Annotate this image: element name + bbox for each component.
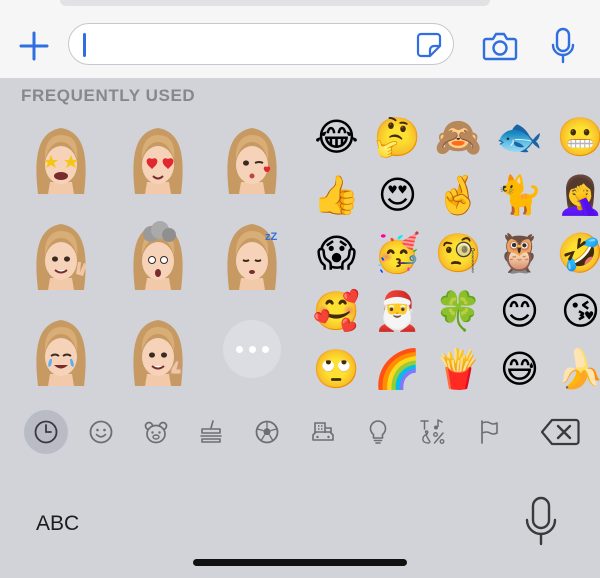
plus-icon [19,31,49,61]
more-dots-icon [235,345,243,353]
emoji-key[interactable]: 🦉 [489,224,550,282]
category-animals[interactable] [134,410,178,454]
dictation-button[interactable] [522,496,560,548]
emoji-key[interactable]: 🤔 [367,108,428,166]
category-activity[interactable] [245,410,289,454]
svg-text:zZ: zZ [265,231,278,243]
memoji-sleeping[interactable]: zZ [221,216,283,292]
activity-icon [255,420,279,444]
microphone-icon [525,496,557,546]
category-food[interactable] [189,410,233,454]
emoji-grid: 😂 🤔 🙈 🐟 😬 👍 😍 🤞 🐈 🤦‍♀️ 😱 🥳 🧐 🦉 🤣 🥰 🎅 🍀 😊 😘 🙄 🌈 🍟 😅 🍌 [306,108,600,398]
home-indicator [193,559,407,566]
message-input[interactable] [68,23,454,65]
animals-icon [144,421,168,444]
memoji-star-struck[interactable] [30,120,92,196]
emoji-key[interactable]: 😘 [550,282,600,340]
emoji-key[interactable]: 🤣 [550,224,600,282]
travel-icon [312,422,334,441]
memoji-mind-blown[interactable] [127,216,189,292]
category-objects[interactable] [356,410,400,454]
emoji-key[interactable]: 🥳 [367,224,428,282]
emoji-key[interactable]: 😬 [550,108,600,166]
emoji-key[interactable]: 😊 [489,282,550,340]
memoji-thumbs-up[interactable] [127,312,189,388]
text-caret [83,33,86,57]
emoji-key[interactable]: 🥰 [306,282,367,340]
backspace-icon [540,418,580,446]
emoji-key[interactable]: 🐈 [489,166,550,224]
backspace-button[interactable] [540,418,580,446]
emoji-key[interactable]: 🍌 [550,340,600,398]
emoji-key[interactable]: 🌈 [367,340,428,398]
objects-icon [369,420,387,444]
section-title: FREQUENTLY USED [21,86,196,105]
emoji-key[interactable]: 😍 [367,166,428,224]
sticker-icon [416,32,442,58]
smileys-icon [89,420,113,444]
emoji-key[interactable]: 😱 [306,224,367,282]
abc-keyboard-switch[interactable]: ABC [36,512,79,536]
message-input-bar [0,0,600,78]
memoji-heart-eyes[interactable] [127,120,189,196]
previous-message-edge [60,0,490,6]
emoji-key[interactable]: 🤞 [428,166,489,224]
voice-message-button[interactable] [545,24,581,68]
sticker-button[interactable] [415,31,443,59]
emoji-key[interactable]: 👍 [306,166,367,224]
emoji-key[interactable]: 🐟 [489,108,550,166]
category-flags[interactable] [467,410,511,454]
category-bar [0,410,600,454]
memoji-wink-kiss[interactable] [221,120,283,196]
emoji-key[interactable]: 😂 [306,108,367,166]
emoji-key[interactable]: 🍀 [428,282,489,340]
emoji-key[interactable]: 🙈 [428,108,489,166]
category-travel[interactable] [301,410,345,454]
category-smileys[interactable] [79,410,123,454]
emoji-key[interactable]: 😅 [489,340,550,398]
emoji-key[interactable]: 🎅 [367,282,428,340]
memoji-tears-of-joy[interactable] [30,312,92,388]
add-attachment-button[interactable] [14,26,54,66]
category-recent[interactable] [24,410,68,454]
camera-icon [482,32,518,61]
emoji-key[interactable]: 🤦‍♀️ [550,166,600,224]
camera-button[interactable] [478,26,522,66]
emoji-key[interactable]: 🍟 [428,340,489,398]
category-symbols[interactable] [411,410,455,454]
emoji-key[interactable]: 🙄 [306,340,367,398]
food-icon [200,420,222,443]
more-memoji-button[interactable] [223,320,281,378]
flags-icon [481,420,498,444]
emoji-key[interactable]: 🧐 [428,224,489,282]
recent-icon [34,420,58,444]
microphone-icon [551,27,575,64]
emoji-keyboard: FREQUENTLY USED zZ 😂 🤔 🙈 🐟 😬 👍 😍 🤞 🐈 🤦‍♀️ 😱 🥳 🧐 🦉 🤣 🥰 🎅 🍀… [0,78,600,578]
symbols-icon [420,419,445,444]
memoji-peace-sign[interactable] [30,216,92,292]
